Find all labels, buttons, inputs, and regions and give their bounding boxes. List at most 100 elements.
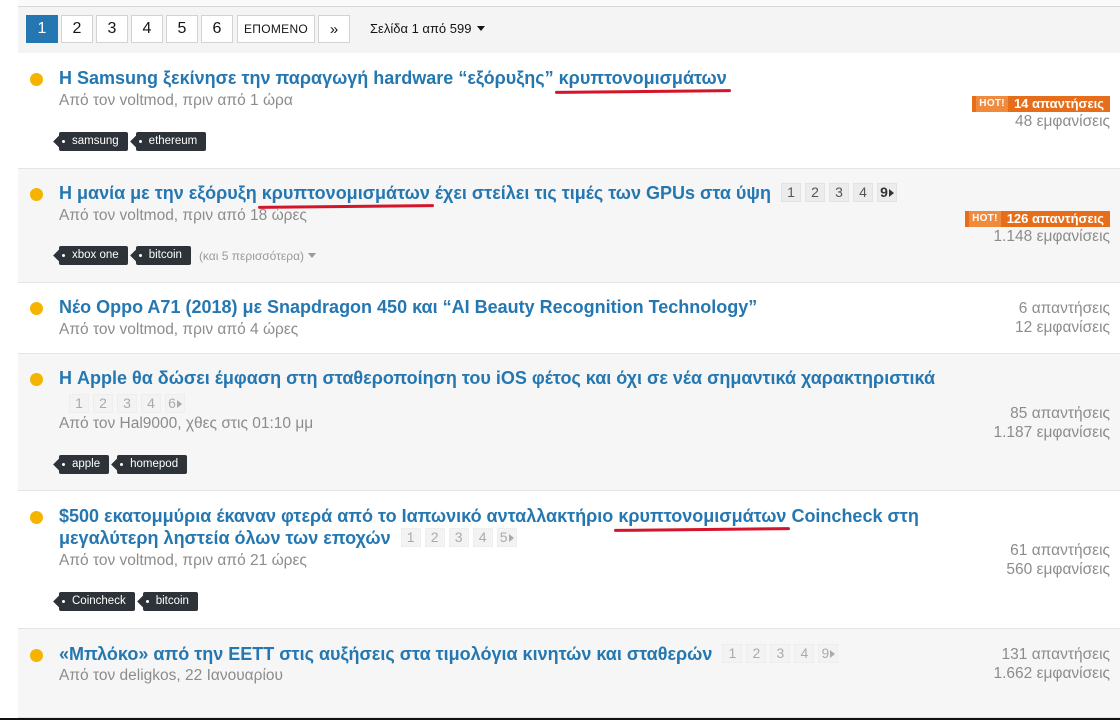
unread-dot-icon[interactable] [30,73,43,86]
thread-author-date[interactable]: Από τον deligkos, 22 Ιανουαρίου [59,667,283,684]
arrow-right-icon [508,534,514,542]
page-button-2[interactable]: 2 [61,15,93,43]
thread-stats: 6 απαντήσεις 12 εμφανίσεις [1015,299,1110,337]
tag-icon[interactable]: bitcoin [142,592,198,611]
hot-label: HOT! [969,211,1001,227]
page-button-4[interactable]: 4 [131,15,163,43]
thread-author-date[interactable]: Από τον voltmod, πριν από 21 ώρες [59,552,307,569]
thread-row: Η Samsung ξεκίνησε την παραγωγή hardware… [18,53,1120,169]
last-page-number: 6 [168,395,176,411]
view-count: 12 εμφανίσεις [1015,319,1110,336]
thread-last-page-link[interactable]: 6 [165,394,185,413]
thread-page-link[interactable]: 2 [93,394,113,413]
thread-meta: Από τον Hal9000, χθες στις 01:10 μμ [59,415,313,433]
last-page-number: 9 [880,184,888,200]
tag-icon[interactable]: Coincheck [59,592,135,611]
tag-list: Coincheck bitcoin [59,592,198,611]
thread-meta: Από τον voltmod, πριν από 4 ώρες [59,321,298,339]
thread-page-link[interactable]: 3 [770,644,791,663]
thread-page-link[interactable]: 3 [828,183,849,202]
thread-last-page-link[interactable]: 5 [496,528,517,547]
thread-page-link[interactable]: 1 [780,183,801,202]
thread-row: Η μανία με την εξόρυξη κρυπτονομισμάτων … [18,169,1120,283]
thread-title[interactable]: $500 εκατομμύρια έκαναν φτερά από το Ιαπ… [59,505,939,549]
next-page-button[interactable]: ΕΠΟΜΕΝΟ [237,15,315,43]
pagination-bar: 1 2 3 4 5 6 ΕΠΟΜΕΝΟ » Σελίδα 1 από 599 [18,6,1120,54]
more-tags-label: (και 5 περισσότερα) [198,248,305,263]
unread-dot-icon[interactable] [30,649,43,662]
thread-page-link[interactable]: 3 [448,528,469,547]
jump-to-page-button[interactable]: » [318,15,350,43]
arrow-right-icon [830,650,836,658]
thread-row: «Μπλόκο» από την ΕΕΤΤ στις αυξήσεις στα … [18,629,1120,718]
unread-dot-icon[interactable] [30,511,43,524]
thread-author-date[interactable]: Από τον voltmod, πριν από 1 ώρα [59,92,293,109]
tag-icon[interactable]: homepod [117,455,188,474]
thread-page-link[interactable]: 1 [69,394,89,413]
thread-pages: 12349 [780,183,897,202]
thread-page-link[interactable]: 1 [400,528,421,547]
view-count: 48 εμφανίσεις [1015,113,1110,130]
reply-count: 14 απαντήσεις [1013,96,1104,111]
thread-author-date[interactable]: Από τον voltmod, πριν από 4 ώρες [59,321,298,338]
title-text: έχει στείλει τις τιμές των GPUs στα ύψη [429,183,771,203]
page-button-3[interactable]: 3 [96,15,128,43]
more-tags-toggle[interactable]: (και 5 περισσότερα) [198,248,317,263]
view-count: 560 εμφανίσεις [1006,561,1110,578]
view-count: 1.187 εμφανίσεις [993,424,1110,441]
thread-page-link[interactable]: 1 [722,644,743,663]
unread-dot-icon[interactable] [30,302,43,315]
thread-page-link[interactable]: 3 [117,394,137,413]
thread-stats: HOT! 14 απαντήσεις 48 εμφανίσεις [972,92,1110,131]
thread-meta: Από τον voltmod, πριν από 1 ώρα [59,92,293,110]
unread-dot-icon[interactable] [30,188,43,201]
reply-count: 61 απαντήσεις [1010,542,1110,559]
thread-page-link[interactable]: 4 [852,183,873,202]
page-of-label: Σελίδα 1 από 599 [370,21,472,36]
reply-count: 85 απαντήσεις [1010,405,1110,422]
thread-title[interactable]: Η μανία με την εξόρυξη κρυπτονομισμάτων … [59,182,959,204]
thread-last-page-link[interactable]: 9 [876,183,897,202]
thread-row: Νέο Oppo A71 (2018) με Snapdragon 450 κα… [18,283,1120,354]
thread-page-link[interactable]: 2 [804,183,825,202]
page-button-6[interactable]: 6 [201,15,233,43]
thread-meta: Από τον voltmod, πριν από 21 ώρες [59,552,307,570]
view-count: 1.148 εμφανίσεις [993,228,1110,245]
tag-icon[interactable]: bitcoin [135,246,191,265]
thread-meta: Από τον deligkos, 22 Ιανουαρίου [59,667,283,685]
thread-meta: Από τον voltmod, πριν από 18 ώρες [59,207,307,225]
page-button-1[interactable]: 1 [26,15,58,43]
thread-stats: 85 απαντήσεις 1.187 εμφανίσεις [993,404,1110,442]
last-page-number: 5 [499,529,508,545]
thread-title[interactable]: Νέο Oppo A71 (2018) με Snapdragon 450 κα… [59,296,939,318]
highlighted-keyword: κρυπτονομισμάτων [261,183,430,203]
title-text: «Μπλόκο» από την ΕΕΤΤ στις αυξήσεις στα … [59,644,713,664]
unread-dot-icon[interactable] [30,373,43,386]
reply-count: 131 απαντήσεις [1001,646,1110,663]
hot-badge: HOT! 126 απαντήσεις [965,211,1110,227]
tag-icon[interactable]: samsung [59,132,128,151]
thread-page-link[interactable]: 4 [794,644,815,663]
hot-badge: HOT! 14 απαντήσεις [972,96,1110,112]
thread-title[interactable]: Η Apple θα δώσει έμφαση στη σταθεροποίησ… [59,367,939,389]
thread-last-page-link[interactable]: 9 [818,644,839,663]
tag-icon[interactable]: xbox one [59,246,128,265]
thread-row: Η Apple θα δώσει έμφαση στη σταθεροποίησ… [18,354,1120,491]
thread-title[interactable]: Η Samsung ξεκίνησε την παραγωγή hardware… [59,67,939,89]
page-selector[interactable]: Σελίδα 1 από 599 [370,21,486,36]
thread-page-link[interactable]: 2 [424,528,445,547]
thread-author-date[interactable]: Από τον voltmod, πριν από 18 ώρες [59,207,307,224]
arrow-right-icon [176,400,182,408]
tag-list: xbox one bitcoin (και 5 περισσότερα) [59,246,317,265]
page-button-5[interactable]: 5 [166,15,198,43]
thread-page-link[interactable]: 4 [141,394,161,413]
thread-page-link[interactable]: 2 [746,644,767,663]
thread-author-date[interactable]: Από τον Hal9000, χθες στις 01:10 μμ [59,415,313,432]
title-text: Coincheck στη [786,506,919,526]
reply-count: 126 απαντήσεις [1006,211,1104,226]
tag-icon[interactable]: ethereum [135,132,207,151]
highlighted-keyword: κρυπτονομισμάτων [558,68,727,88]
tag-icon[interactable]: apple [59,455,110,474]
thread-title[interactable]: «Μπλόκο» από την ΕΕΤΤ στις αυξήσεις στα … [59,643,939,665]
thread-page-link[interactable]: 4 [472,528,493,547]
